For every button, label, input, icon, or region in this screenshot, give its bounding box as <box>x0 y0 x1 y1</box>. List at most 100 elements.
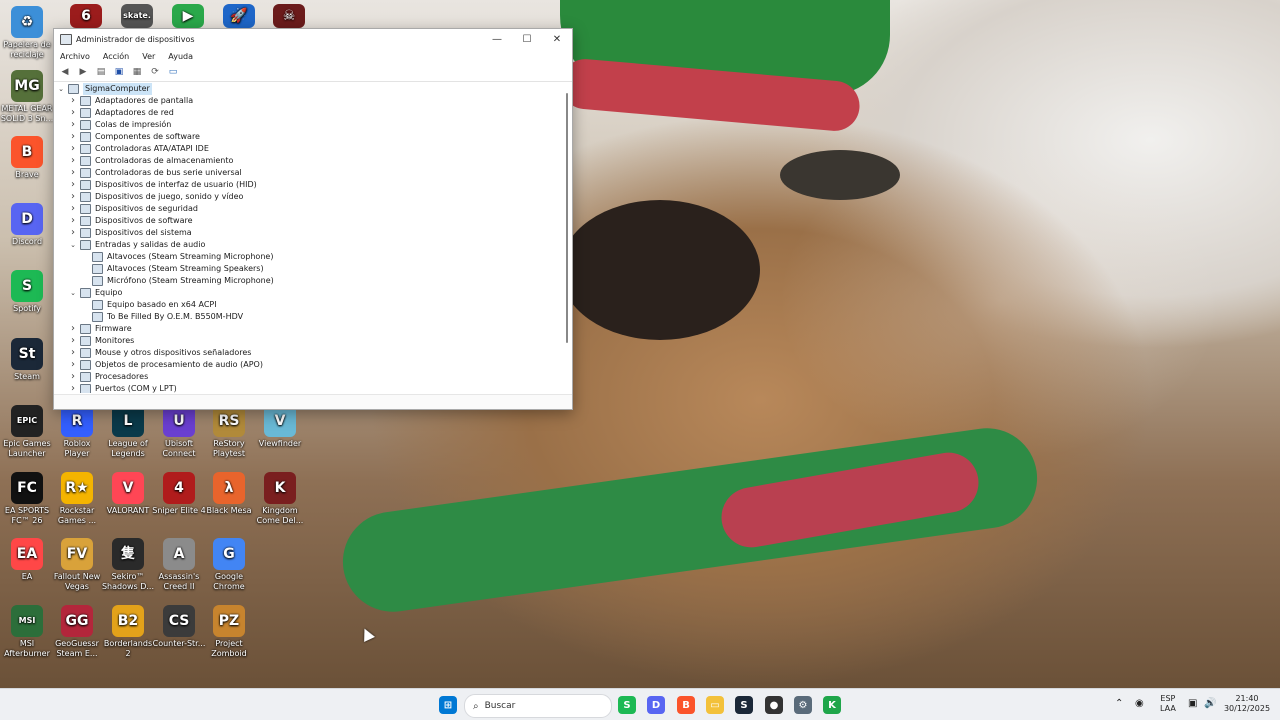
desktop-shortcut[interactable]: R★ Rockstar Games ... <box>50 472 104 526</box>
desktop-shortcut[interactable]: FV Fallout New Vegas <box>50 538 104 592</box>
chevron-right-icon[interactable]: › <box>68 95 78 107</box>
chevron-right-icon[interactable]: › <box>68 323 78 335</box>
chevron-right-icon[interactable]: › <box>68 179 78 191</box>
tree-item[interactable]: › Dispositivos de software <box>54 215 564 227</box>
tree-item[interactable]: › Procesadores <box>54 371 564 383</box>
tree-item[interactable]: ⌄ Entradas y salidas de audio <box>54 239 564 251</box>
chevron-right-icon[interactable]: › <box>68 131 78 143</box>
menu-ayuda[interactable]: Ayuda <box>168 52 193 61</box>
chevron-right-icon[interactable]: › <box>68 371 78 383</box>
tree-item[interactable]: › Firmware <box>54 323 564 335</box>
maximize-button[interactable]: ☐ <box>512 34 542 45</box>
scan-hardware-icon[interactable]: ⟳ <box>148 66 162 78</box>
desktop-shortcut[interactable]: G Google Chrome <box>202 538 256 592</box>
clock[interactable]: 21:40 30/12/2025 <box>1222 694 1272 714</box>
tree-item[interactable]: Equipo basado en x64 ACPI <box>54 299 564 311</box>
spotify-taskbar-icon[interactable]: S <box>618 696 636 714</box>
desktop-shortcut[interactable]: 隻 Sekiro™ Shadows D... <box>101 538 155 592</box>
desktop-shortcut[interactable]: B2 Borderlands 2 <box>101 605 155 659</box>
chevron-right-icon[interactable]: › <box>68 383 78 393</box>
tree-item[interactable]: › Controladoras de bus serie universal <box>54 167 564 179</box>
menu-ver[interactable]: Ver <box>142 52 155 61</box>
menu-archivo[interactable]: Archivo <box>60 52 90 61</box>
chevron-right-icon[interactable]: › <box>68 107 78 119</box>
explorer-taskbar-icon[interactable]: ▭ <box>706 696 724 714</box>
chevron-down-icon[interactable]: ⌄ <box>56 83 66 95</box>
desktop-shortcut[interactable]: RS ReStory Playtest <box>202 405 256 459</box>
chevron-right-icon[interactable]: › <box>68 227 78 239</box>
device-manager-taskbar-icon[interactable]: ⚙ <box>794 696 812 714</box>
help-icon[interactable]: ▦ <box>130 66 144 78</box>
start-taskbar-icon[interactable]: ⊞ <box>439 696 457 714</box>
chevron-right-icon[interactable]: › <box>68 203 78 215</box>
desktop-shortcut[interactable]: S Spotify <box>0 270 54 314</box>
language-indicator[interactable]: ESP LAA <box>1160 694 1176 714</box>
chevron-down-icon[interactable]: ⌄ <box>68 287 78 299</box>
show-hidden-icons-icon[interactable]: ⌃ <box>1115 699 1123 709</box>
properties-icon[interactable]: ▣ <box>112 66 126 78</box>
desktop-shortcut[interactable]: FC EA SPORTS FC™ 26 <box>0 472 54 526</box>
desktop-shortcut[interactable]: skate. <box>110 4 164 30</box>
desktop-shortcut[interactable]: EPIC Epic Games Launcher <box>0 405 54 459</box>
steam-taskbar-icon[interactable]: S <box>735 696 753 714</box>
desktop-shortcut[interactable]: EA EA <box>0 538 54 582</box>
desktop-shortcut[interactable]: V VALORANT <box>101 472 155 516</box>
desktop-shortcut[interactable]: 6 <box>59 4 113 30</box>
app-green-taskbar-icon[interactable]: K <box>823 696 841 714</box>
desktop-shortcut[interactable]: GG GeoGuessr Steam E... <box>50 605 104 659</box>
tree-item[interactable]: Altavoces (Steam Streaming Microphone) <box>54 251 564 263</box>
tree-item[interactable]: › Dispositivos de interfaz de usuario (HI… <box>54 179 564 191</box>
tree-item[interactable]: Micrófono (Steam Streaming Microphone) <box>54 275 564 287</box>
tree-item[interactable]: › Adaptadores de red <box>54 107 564 119</box>
chevron-right-icon[interactable]: › <box>68 215 78 227</box>
menu-accion[interactable]: Acción <box>103 52 129 61</box>
desktop-shortcut[interactable]: MSI MSI Afterburner <box>0 605 54 659</box>
title-bar[interactable]: Administrador de dispositivos — ☐ ✕ <box>54 29 572 49</box>
back-icon[interactable]: ◀ <box>58 66 72 78</box>
chevron-right-icon[interactable]: › <box>68 359 78 371</box>
desktop-shortcut[interactable]: L League of Legends <box>101 405 155 459</box>
tree-item[interactable]: › Controladoras ATA/ATAPI IDE <box>54 143 564 155</box>
vertical-scrollbar[interactable] <box>564 83 570 395</box>
tree-item[interactable]: › Dispositivos del sistema <box>54 227 564 239</box>
chevron-right-icon[interactable]: › <box>68 119 78 131</box>
tree-item[interactable]: › Adaptadores de pantalla <box>54 95 564 107</box>
tree-item[interactable]: › Puertos (COM y LPT) <box>54 383 564 393</box>
scrollbar-thumb[interactable] <box>566 93 568 343</box>
taskbar-search[interactable]: ⌕ Buscar <box>464 694 612 718</box>
desktop-shortcut[interactable]: CS Counter-Str... <box>152 605 206 649</box>
desktop-shortcut[interactable]: B Brave <box>0 136 54 180</box>
desktop-shortcut[interactable]: R Roblox Player <box>50 405 104 459</box>
desktop-shortcut[interactable]: V Viewfinder <box>253 405 307 449</box>
chevron-right-icon[interactable]: › <box>68 155 78 167</box>
tree-item[interactable]: ⌄ SigmaComputer <box>54 83 564 95</box>
desktop-shortcut[interactable]: U Ubisoft Connect <box>152 405 206 459</box>
tree-item[interactable]: › Mouse y otros dispositivos señaladores <box>54 347 564 359</box>
chevron-right-icon[interactable]: › <box>68 167 78 179</box>
desktop-shortcut[interactable]: ☠ <box>262 4 316 30</box>
chevron-right-icon[interactable]: › <box>68 335 78 347</box>
tree-item[interactable]: › Dispositivos de juego, sonido y vídeo <box>54 191 564 203</box>
close-button[interactable]: ✕ <box>542 34 572 45</box>
desktop-shortcut[interactable]: A Assassin's Creed II <box>152 538 206 592</box>
desktop-shortcut[interactable]: ♻ Papelera de reciclaje <box>0 6 54 60</box>
tree-item[interactable]: To Be Filled By O.E.M. B550M-HDV <box>54 311 564 323</box>
tree-item[interactable]: › Componentes de software <box>54 131 564 143</box>
chevron-right-icon[interactable]: › <box>68 347 78 359</box>
chevron-right-icon[interactable]: › <box>68 191 78 203</box>
obs-taskbar-icon[interactable]: ● <box>765 696 783 714</box>
tree-item[interactable]: › Colas de impresión <box>54 119 564 131</box>
desktop-shortcut[interactable]: 🚀 <box>212 4 266 30</box>
desktop-shortcut[interactable]: D Discord <box>0 203 54 247</box>
minimize-button[interactable]: — <box>482 34 512 45</box>
discord-taskbar-icon[interactable]: D <box>647 696 665 714</box>
tree-item[interactable]: Altavoces (Steam Streaming Speakers) <box>54 263 564 275</box>
desktop-shortcut[interactable]: 4 Sniper Elite 4 <box>152 472 206 516</box>
monitor-icon[interactable]: ▭ <box>166 66 180 78</box>
tree-item[interactable]: › Objetos de procesamiento de audio (APO) <box>54 359 564 371</box>
desktop-shortcut[interactable]: St Steam <box>0 338 54 382</box>
chevron-right-icon[interactable]: › <box>68 143 78 155</box>
volume-icon[interactable]: 🔊 <box>1204 699 1216 709</box>
tree-item[interactable]: › Dispositivos de seguridad <box>54 203 564 215</box>
desktop-shortcut[interactable]: λ Black Mesa <box>202 472 256 516</box>
